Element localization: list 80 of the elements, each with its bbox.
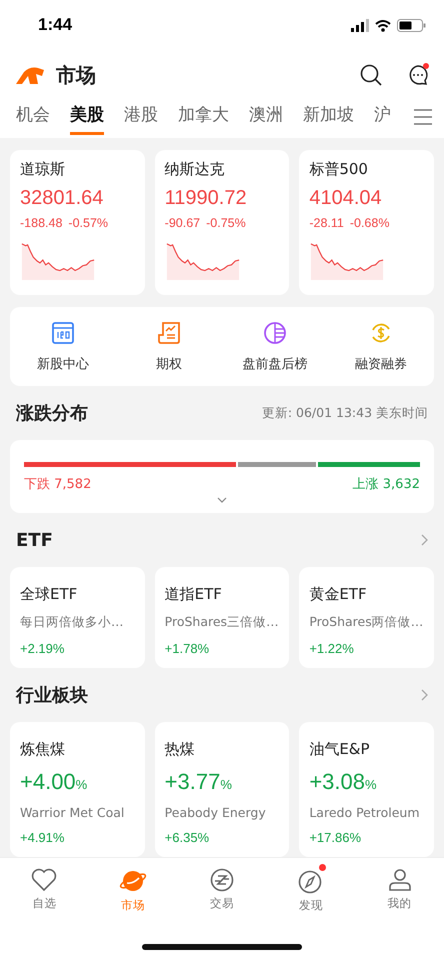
- person-icon: [388, 868, 412, 892]
- notification-dot: [318, 864, 326, 871]
- index-percent: -0.57%: [68, 216, 108, 230]
- nav-tab[interactable]: 交易: [178, 868, 266, 928]
- planet-icon: [119, 868, 148, 894]
- index-name: 标普500: [309, 160, 369, 179]
- index-change: -28.11: [309, 216, 344, 230]
- section-title: ETF: [16, 530, 53, 551]
- etf-percent: +2.19%: [20, 641, 66, 656]
- page-title: 市场: [56, 62, 96, 88]
- etf-description: ProShares三倍做…: [164, 614, 280, 632]
- sector-percent: +3.08%: [309, 769, 378, 795]
- sector-percent: +4.00%: [20, 769, 88, 795]
- index-name: 道琼斯: [20, 160, 66, 179]
- etf-card[interactable]: 全球ETF 每日两倍做多小… +2.19%: [10, 567, 145, 668]
- leading-stock-percent: +17.86%: [309, 830, 362, 845]
- etf-percent: +1.78%: [164, 641, 210, 656]
- update-time: 更新: 06/01 13:43 美东时间: [262, 404, 428, 422]
- etf-name: 道指ETF: [164, 585, 223, 604]
- market-tab[interactable]: 美股: [70, 100, 104, 135]
- market-tab[interactable]: 新加坡: [303, 100, 354, 135]
- advance-count: 上涨 3,632: [352, 476, 420, 494]
- index-card[interactable]: 标普500 4104.04 -28.11 -0.68%: [299, 150, 434, 295]
- sector-name: 油气E&P: [309, 740, 371, 759]
- section-title: 行业板块: [16, 684, 88, 707]
- ipo-icon: [51, 320, 75, 345]
- shortcut-item[interactable]: 新股中心: [10, 320, 116, 373]
- market-tab[interactable]: 港股: [124, 100, 158, 135]
- signal-icon: [351, 18, 369, 32]
- sector-name: 炼焦煤: [20, 740, 66, 759]
- logo-icon: [16, 66, 46, 84]
- market-tab[interactable]: 澳洲: [249, 100, 283, 135]
- nav-tab[interactable]: 自选: [0, 868, 89, 928]
- sector-percent: +3.77%: [164, 769, 233, 795]
- chevron-down-icon[interactable]: [217, 497, 227, 504]
- heart-icon: [31, 868, 58, 892]
- market-tab[interactable]: 机会: [16, 100, 50, 135]
- sector-card[interactable]: 炼焦煤 +4.00% Warrior Met Coal +4.91%: [10, 722, 145, 857]
- pie-chart-icon: [263, 320, 287, 345]
- shortcut-item[interactable]: 融资融券: [328, 320, 434, 373]
- index-price: 4104.04: [309, 187, 383, 210]
- status-time: 1:44: [38, 15, 72, 35]
- wifi-icon: [375, 18, 391, 32]
- shortcut-item[interactable]: 盘前盘后榜: [222, 320, 328, 373]
- index-card[interactable]: 纳斯达克 11990.72 -90.67 -0.75%: [154, 150, 290, 295]
- leading-stock-percent: +6.35%: [164, 830, 210, 845]
- leading-stock: Warrior Met Coal: [20, 805, 126, 820]
- etf-name: 全球ETF: [20, 585, 78, 604]
- market-tab[interactable]: 沪: [374, 100, 391, 135]
- sector-name: 热煤: [164, 740, 196, 759]
- battery-icon: [397, 18, 426, 32]
- index-change: -188.48: [20, 216, 62, 230]
- nav-tab[interactable]: 发现: [266, 868, 356, 928]
- etf-name: 黄金ETF: [309, 585, 368, 604]
- etf-card[interactable]: 道指ETF ProShares三倍做… +1.78%: [154, 567, 290, 668]
- leading-stock: Peabody Energy: [164, 805, 267, 820]
- etf-description: 每日两倍做多小…: [20, 614, 124, 632]
- sector-card[interactable]: 油气E&P +3.08% Laredo Petroleum +17.86%: [299, 722, 434, 857]
- etf-card[interactable]: 黄金ETF ProShares两倍做… +1.22%: [299, 567, 434, 668]
- index-percent: -0.68%: [350, 216, 390, 230]
- index-change: -90.67: [164, 216, 200, 230]
- nav-tab[interactable]: 我的: [355, 868, 444, 928]
- index-card[interactable]: 道琼斯 32801.64 -188.48 -0.57%: [10, 150, 145, 295]
- index-price: 32801.64: [20, 187, 104, 210]
- etf-description: ProShares两倍做…: [309, 614, 424, 632]
- sector-card[interactable]: 热煤 +3.77% Peabody Energy +6.35%: [154, 722, 290, 857]
- index-price: 11990.72: [164, 187, 248, 210]
- shortcut-item[interactable]: 期权: [116, 320, 222, 373]
- etf-percent: +1.22%: [309, 641, 355, 656]
- leading-stock-percent: +4.91%: [20, 830, 66, 845]
- compass-icon: [298, 868, 324, 894]
- leading-stock: Laredo Petroleum: [309, 805, 421, 820]
- trade-icon: [210, 868, 234, 892]
- index-name: 纳斯达克: [164, 160, 226, 179]
- section-title: 涨跌分布: [16, 402, 88, 426]
- market-tab[interactable]: 加拿大: [178, 100, 229, 135]
- index-percent: -0.75%: [206, 216, 246, 230]
- decline-count: 下跌 7,582: [24, 476, 92, 494]
- document-chart-icon: [157, 320, 181, 345]
- search-icon[interactable]: [360, 64, 382, 86]
